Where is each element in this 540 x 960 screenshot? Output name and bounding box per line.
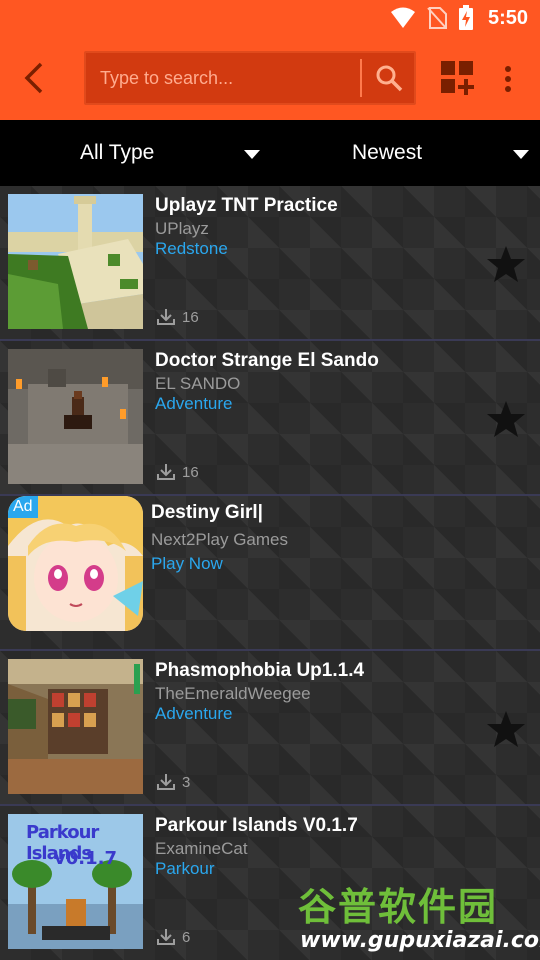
wifi-icon <box>390 7 415 28</box>
download-count: 3 <box>156 773 190 791</box>
chevron-down-icon <box>513 150 529 159</box>
download-count-value: 6 <box>182 928 191 946</box>
chevron-down-icon <box>244 150 260 159</box>
add-grid-icon <box>441 61 474 95</box>
download-icon <box>157 929 175 945</box>
item-title: Doctor Strange El Sando <box>155 350 379 371</box>
download-count: 16 <box>156 463 199 481</box>
item-category[interactable]: Adventure <box>155 394 233 414</box>
sort-filter-label: Newest <box>352 141 423 164</box>
item-title: Destiny Girl| <box>151 502 263 523</box>
download-count-value: 16 <box>182 463 199 481</box>
download-icon <box>157 774 175 790</box>
list-item[interactable]: Phasmophobia Up1.1.4 TheEmeraldWeegee Ad… <box>0 651 540 806</box>
status-bar: 5:50 <box>0 0 540 36</box>
list-item[interactable]: Doctor Strange El Sando EL SANDO Adventu… <box>0 341 540 496</box>
item-title: Parkour Islands V0.1.7 <box>155 815 358 836</box>
item-category[interactable]: Redstone <box>155 239 228 259</box>
ad-thumbnail: Ad <box>8 496 143 631</box>
back-button[interactable] <box>14 58 54 98</box>
download-icon <box>157 309 175 325</box>
item-category[interactable]: Adventure <box>155 704 233 724</box>
clock: 5:50 <box>487 6 528 29</box>
sort-filter-dropdown[interactable]: Newest <box>270 120 540 186</box>
list-item[interactable]: Uplayz TNT Practice UPlayz Redstone 16 <box>0 186 540 341</box>
thumb-caption-version: v0.1.7 <box>54 848 117 869</box>
back-arrow-icon <box>24 62 43 94</box>
ad-badge: Ad <box>8 496 38 518</box>
download-count: 16 <box>156 308 199 326</box>
type-filter-dropdown[interactable]: All Type <box>0 120 270 186</box>
map-thumbnail <box>8 659 143 794</box>
item-author: UPlayz <box>155 219 209 238</box>
list-item[interactable]: Parkour Islands v0.1.7 Parkour Islands V… <box>0 806 540 960</box>
item-author: TheEmeraldWeegee <box>155 684 311 703</box>
map-thumbnail <box>8 194 143 329</box>
download-count-value: 16 <box>182 308 199 326</box>
item-title: Uplayz TNT Practice <box>155 195 338 216</box>
search-box <box>84 51 416 105</box>
add-grid-button[interactable] <box>440 60 476 96</box>
favorite-star-icon[interactable] <box>486 399 526 439</box>
map-list: Uplayz TNT Practice UPlayz Redstone 16 D… <box>0 186 540 960</box>
more-options-button[interactable] <box>494 62 522 96</box>
play-now-link[interactable]: Play Now <box>151 554 223 574</box>
download-count: 6 <box>156 928 190 946</box>
search-input[interactable] <box>86 53 360 103</box>
item-author: ExamineCat <box>155 839 248 858</box>
item-author: Next2Play Games <box>151 530 288 549</box>
app-bar <box>0 36 540 120</box>
filter-bar: All Type Newest <box>0 120 540 186</box>
favorite-star-icon[interactable] <box>486 244 526 284</box>
map-thumbnail: Parkour Islands v0.1.7 <box>8 814 143 949</box>
ad-list-item[interactable]: Ad Destiny Girl| Next2Play Games Play No… <box>0 496 540 651</box>
search-icon <box>376 65 403 92</box>
download-icon <box>157 464 175 480</box>
download-count-value: 3 <box>182 773 191 791</box>
no-sim-icon <box>427 7 447 29</box>
search-divider <box>360 59 362 97</box>
type-filter-label: All Type <box>80 141 155 164</box>
more-vert-icon <box>505 66 511 72</box>
map-thumbnail <box>8 349 143 484</box>
item-title: Phasmophobia Up1.1.4 <box>155 660 365 681</box>
search-button[interactable] <box>364 53 414 103</box>
favorite-star-icon[interactable] <box>486 709 526 749</box>
item-author: EL SANDO <box>155 374 241 393</box>
item-category[interactable]: Parkour <box>155 859 215 879</box>
battery-charging-icon <box>458 5 473 30</box>
